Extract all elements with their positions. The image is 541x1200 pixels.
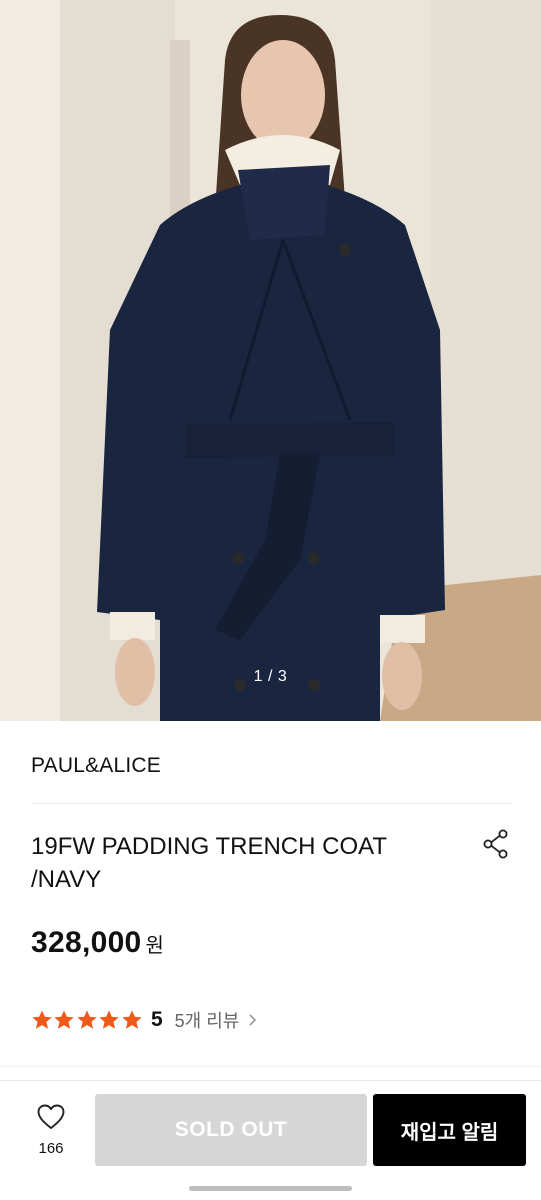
restock-notify-button[interactable]: 재입고 알림	[373, 1094, 526, 1166]
price-currency: 원	[145, 935, 164, 957]
chevron-right-icon	[249, 1014, 257, 1026]
heart-icon	[37, 1104, 65, 1129]
price-value: 328,000	[31, 926, 142, 959]
sold-out-button: SOLD OUT	[95, 1094, 367, 1166]
star-icon	[54, 1010, 75, 1029]
share-icon	[483, 829, 508, 859]
star-icon	[99, 1010, 119, 1029]
star-rating	[31, 1009, 143, 1031]
image-counter: 1 / 3	[253, 668, 288, 685]
like-count: 166	[38, 1140, 64, 1157]
star-icon	[121, 1010, 142, 1029]
share-button[interactable]	[480, 828, 512, 860]
price: 328,000 원	[31, 926, 164, 960]
star-icon	[32, 1010, 52, 1029]
bottom-bar-divider	[0, 1080, 541, 1081]
review-count: 5개 리뷰	[174, 1011, 240, 1031]
rating-summary: 5 5개 리뷰	[31, 1005, 259, 1035]
home-indicator[interactable]	[189, 1186, 352, 1191]
rating-score: 5	[150, 1008, 163, 1031]
review-link[interactable]: 5개 리뷰	[175, 1007, 260, 1033]
divider	[31, 803, 511, 804]
star-icon	[77, 1010, 97, 1029]
product-photo	[0, 0, 541, 721]
like-button[interactable]: 166	[22, 1104, 80, 1164]
product-title: 19FW PADDING TRENCH COAT /NAVY	[31, 833, 387, 893]
brand-name[interactable]: PAUL&ALICE	[31, 754, 161, 778]
divider	[0, 1066, 541, 1067]
product-image-gallery[interactable]: 1 / 3	[0, 0, 541, 721]
